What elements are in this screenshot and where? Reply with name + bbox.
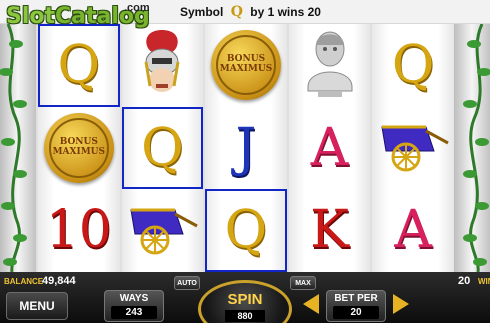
- symbol-cell: K: [289, 189, 371, 272]
- balance-value: 49,844: [42, 275, 76, 287]
- symbol-cell: J: [205, 107, 287, 190]
- top-bar: SlotCatalog .com Symbol Q by 1 wins 20: [0, 0, 490, 29]
- reel-5: QA: [370, 24, 454, 272]
- symbol-q: Q: [57, 35, 101, 96]
- symbol-q: Q: [224, 200, 268, 261]
- game-screen: SlotCatalog .com Symbol Q by 1 wins 20 Q…: [0, 0, 490, 323]
- bet-decrease-arrow-icon[interactable]: [303, 294, 319, 314]
- max-button[interactable]: MAX: [290, 276, 316, 290]
- bet-per-value: 20: [333, 306, 379, 319]
- symbol-k: K: [310, 200, 349, 261]
- bet-per-box: BET PER 20: [326, 290, 386, 322]
- symbol-cell: 10: [38, 189, 120, 272]
- symbol-q: Q: [141, 117, 184, 178]
- spin-button[interactable]: SPIN 880: [198, 280, 292, 323]
- symbol-cell: A: [289, 107, 371, 190]
- reel-2: Q: [119, 24, 204, 272]
- win-symbol: Q: [230, 4, 243, 20]
- ways-value: 243: [111, 306, 157, 319]
- win-suffix: by 1 wins 20: [250, 5, 321, 19]
- reel-3: BONUS MAXIMUS J Q: [203, 24, 287, 272]
- bonus-maximus-coin-icon: BONUS MAXIMUS: [210, 30, 281, 101]
- coin-text: BONUS MAXIMUS: [215, 35, 276, 96]
- control-bar: BALANCE 49,844 MENU WAYS 243 AUTO MAX SP…: [0, 272, 490, 323]
- symbol-10: 10: [45, 200, 112, 261]
- reel-grid: Q BONUS MAXIMUS 10 Q BONUS MAXIMUS J Q A K Q A: [36, 24, 454, 272]
- symbol-cell: BONUS MAXIMUS: [205, 24, 287, 107]
- bonus-maximus-coin-icon: BONUS MAXIMUS: [43, 112, 114, 183]
- bet-per-label: BET PER: [334, 293, 378, 304]
- winning-symbol-cell: Q: [205, 189, 287, 272]
- symbol-cell: [372, 107, 454, 190]
- statue-bust-icon: [300, 27, 360, 104]
- win-message: Symbol Q by 1 wins 20: [180, 4, 321, 20]
- ways-label: WAYS: [119, 293, 149, 304]
- coin-text: BONUS MAXIMUS: [48, 117, 109, 178]
- winning-symbol-cell: Q: [121, 106, 204, 190]
- ways-box: WAYS 243: [104, 290, 164, 322]
- win-value: 20: [458, 275, 471, 287]
- symbol-a: A: [394, 200, 432, 261]
- symbol-cell: BONUS MAXIMUS: [38, 107, 120, 190]
- roman-soldier-icon: [132, 28, 192, 103]
- balance-label: BALANCE: [4, 277, 44, 286]
- symbol-cell: [122, 24, 204, 107]
- reel-4: AK: [286, 24, 371, 272]
- coin-word: MAXIMUS: [52, 146, 106, 157]
- win-prefix: Symbol: [180, 5, 224, 19]
- spin-label: SPIN: [227, 291, 263, 308]
- left-vine-icon: [0, 24, 27, 272]
- menu-button[interactable]: MENU: [6, 292, 68, 320]
- right-vine-icon: [463, 24, 490, 272]
- auto-button[interactable]: AUTO: [174, 276, 200, 290]
- symbol-cell: Q: [372, 24, 454, 107]
- bet-increase-arrow-icon[interactable]: [393, 294, 409, 314]
- symbol-q: Q: [391, 35, 435, 96]
- symbol-cell: [122, 189, 204, 272]
- win-label: WIN: [478, 277, 490, 286]
- playfield: Q BONUS MAXIMUS 10 Q BONUS MAXIMUS J Q A K Q A: [0, 24, 490, 272]
- chariot-icon: [125, 200, 199, 261]
- symbol-cell: A: [372, 189, 454, 272]
- total-bet-value: 880: [225, 310, 265, 322]
- symbol-a: A: [310, 117, 349, 178]
- site-logo: SlotCatalog .com: [6, 2, 150, 36]
- winning-symbol-cell: Q: [38, 24, 120, 107]
- logo-slot: Slot: [6, 4, 56, 29]
- logo-com: .com: [124, 2, 150, 14]
- reel-1: Q BONUS MAXIMUS 10: [36, 24, 120, 272]
- chariot-icon: [376, 117, 450, 178]
- symbol-j: J: [235, 117, 257, 178]
- symbol-cell: [289, 24, 371, 107]
- coin-word: MAXIMUS: [219, 64, 273, 75]
